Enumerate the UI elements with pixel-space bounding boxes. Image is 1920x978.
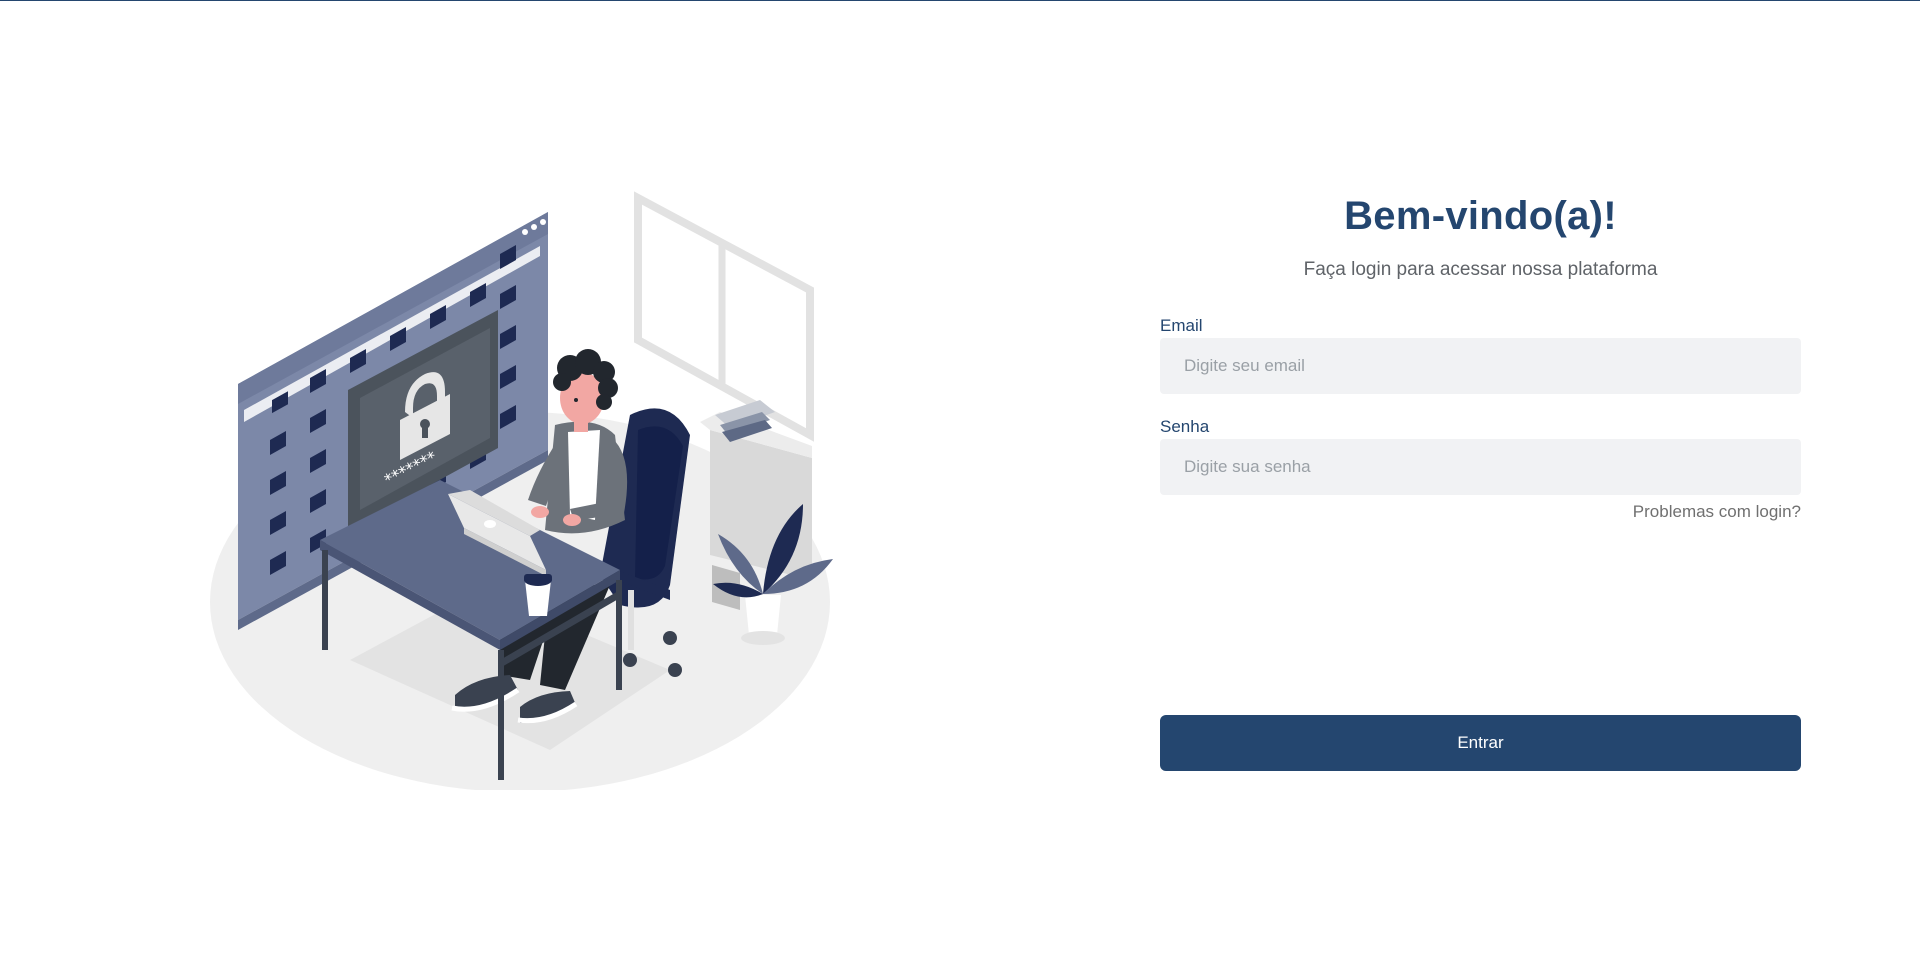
top-border [0,0,1920,1]
secure-login-illustration-icon: ******* [210,191,833,790]
password-label: Senha [1160,417,1210,436]
password-input[interactable] [1160,439,1801,495]
page-title: Bem-vindo(a)! [1344,194,1617,238]
login-form: Bem-vindo(a)! Faça login para acessar no… [1160,190,1801,771]
email-input[interactable] [1160,338,1801,394]
email-label: Email [1160,316,1203,335]
login-page: ******* Bem-vindo(a)! Faça login para ac… [0,0,1920,978]
login-submit-button[interactable]: Entrar [1160,715,1801,771]
login-problems-link[interactable]: Problemas com login? [1633,502,1801,521]
page-subtitle: Faça login para acessar nossa plataforma [1303,259,1658,280]
login-illustration: ******* [200,190,840,790]
forgot-row: Problemas com login? [1160,501,1801,523]
